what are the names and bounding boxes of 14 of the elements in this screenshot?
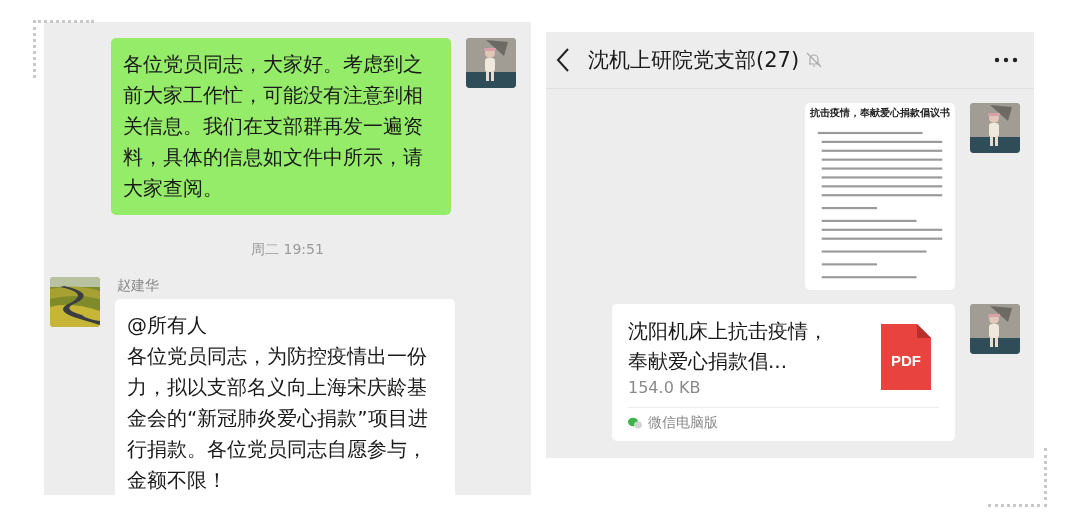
- file-card[interactable]: 沈阳机床上抗击疫情，奉献爱心捐款倡... 154.0 KB PDF 微信电脑版: [612, 304, 955, 441]
- wechat-icon: [628, 417, 642, 429]
- document-image[interactable]: 抗击疫情，奉献爱心捐款倡议书: [805, 103, 955, 290]
- message-bubble: @所有人 各位党员同志，为防控疫情出一份力，拟以支部名义向上海宋庆龄基金会的“新冠肺炎爱心捐款”项目进行捐款。各位党员同志自愿参与，金额不限！: [115, 299, 455, 495]
- more-icon[interactable]: [994, 56, 1018, 64]
- file-name: 沈阳机床上抗击疫情，奉献爱心捐款倡...: [628, 318, 828, 375]
- pdf-file-icon: PDF: [881, 324, 931, 390]
- timestamp: 周二 19:51: [251, 241, 324, 259]
- file-size: 154.0 KB: [628, 378, 702, 397]
- message-bubble: 各位党员同志，大家好。考虑到之前大家工作忙，可能没有注意到相关信息。我们在支部群再发一遍资料，具体的信息如文件中所示，请大家查阅。: [111, 38, 451, 215]
- chat-title: 沈机上研院党支部(27): [588, 47, 800, 74]
- sender-name: 赵建华: [117, 277, 160, 295]
- document-title: 抗击疫情，奉献爱心捐款倡议书: [810, 106, 950, 120]
- file-source: 微信电脑版: [648, 414, 718, 432]
